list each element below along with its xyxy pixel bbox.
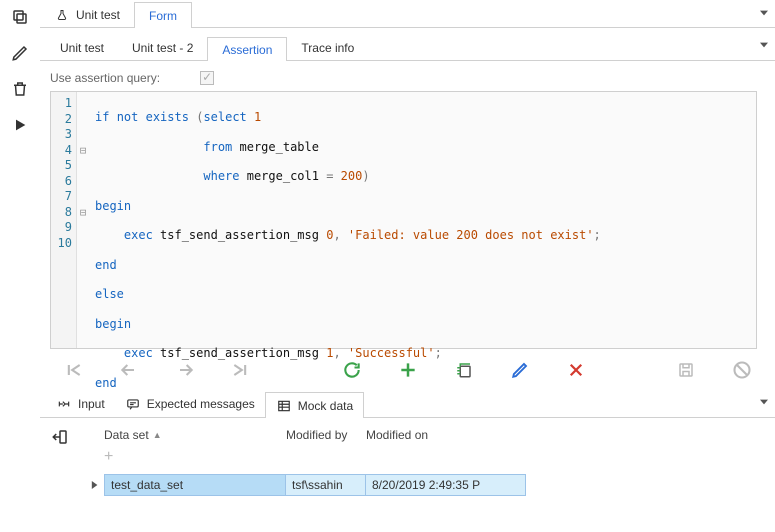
header-modified-by[interactable]: Modified by [286, 428, 366, 442]
grid-add-row[interactable]: + [86, 448, 761, 474]
tab-unit-test[interactable]: Unit test [40, 2, 134, 28]
sort-asc-icon: ▲ [153, 430, 162, 440]
tab-unit-test-label: Unit test [76, 8, 120, 22]
assertion-query-label: Use assertion query: [50, 71, 160, 85]
duplicate-button[interactable] [453, 359, 475, 381]
tab-expected-label: Expected messages [147, 397, 255, 411]
subtab-trace-info[interactable]: Trace info [287, 36, 368, 60]
last-record-button[interactable] [230, 359, 252, 381]
refresh-button[interactable] [341, 359, 363, 381]
subtab-assertion-label: Assertion [222, 43, 272, 57]
subtab-unit-test[interactable]: Unit test [46, 36, 118, 60]
message-icon [125, 396, 141, 412]
run-button[interactable] [9, 114, 31, 136]
edit-button[interactable] [9, 42, 31, 64]
sub-tabs: Unit test Unit test - 2 Assertion Trace … [40, 32, 775, 60]
tab-form[interactable]: Form [134, 2, 192, 28]
subtab-unit-test-label: Unit test [60, 41, 104, 55]
bottom-tabs: Input Expected messages Mock data [40, 389, 775, 417]
copy-button[interactable] [9, 6, 31, 28]
tab-form-label: Form [149, 9, 177, 23]
assertion-query-checkbox [200, 71, 214, 85]
save-button[interactable] [675, 359, 697, 381]
grid-headers: Data set▲ Modified by Modified on [86, 424, 761, 448]
prev-record-button[interactable] [118, 359, 140, 381]
header-data-set[interactable]: Data set▲ [104, 428, 286, 442]
header-modified-on[interactable]: Modified on [366, 428, 761, 442]
top-tabs: Unit test Form [40, 0, 775, 28]
code-editor[interactable]: 12345678910 ⊟⊟ if not exists (select 1 f… [50, 91, 757, 349]
tab-input[interactable]: Input [46, 391, 115, 417]
edit-record-button[interactable] [509, 359, 531, 381]
subtab-assertion[interactable]: Assertion [207, 37, 287, 61]
subtab-unit-test-2-label: Unit test - 2 [132, 41, 193, 55]
cell-data-set[interactable]: test_data_set [104, 474, 286, 496]
cell-modified-on[interactable]: 8/20/2019 2:49:35 P [366, 474, 526, 496]
table-row[interactable]: test_data_set tsf\ssahin 8/20/2019 2:49:… [86, 474, 761, 496]
record-toolbar [40, 349, 775, 387]
row-indicator-icon [86, 474, 104, 496]
delete-button[interactable] [9, 78, 31, 100]
input-icon [56, 396, 72, 412]
cell-modified-by[interactable]: tsf\ssahin [286, 474, 366, 496]
mock-data-grid: Data set▲ Modified by Modified on + test… [80, 418, 775, 496]
next-record-button[interactable] [174, 359, 196, 381]
left-rail [0, 0, 40, 532]
subtab-unit-test-2[interactable]: Unit test - 2 [118, 36, 207, 60]
assertion-panel: Use assertion query: 12345678910 ⊟⊟ if n… [40, 61, 775, 349]
tab-mock-label: Mock data [298, 399, 353, 413]
mock-data-icon [276, 398, 292, 414]
add-button[interactable] [397, 359, 419, 381]
delete-record-button[interactable] [565, 359, 587, 381]
subtab-trace-info-label: Trace info [301, 41, 354, 55]
first-record-button[interactable] [62, 359, 84, 381]
bottom-tabs-dropdown[interactable] [759, 397, 769, 407]
code-content[interactable]: if not exists (select 1 from merge_table… [89, 92, 756, 348]
code-fold-marks: ⊟⊟ [77, 92, 89, 348]
flask-icon [54, 7, 70, 23]
tab-expected-messages[interactable]: Expected messages [115, 391, 265, 417]
top-tabs-dropdown[interactable] [759, 8, 769, 18]
sub-tabs-dropdown[interactable] [759, 40, 769, 50]
cancel-button[interactable] [731, 359, 753, 381]
tab-input-label: Input [78, 397, 105, 411]
tab-mock-data[interactable]: Mock data [265, 392, 364, 418]
code-gutter: 12345678910 [51, 92, 77, 348]
exit-button[interactable] [51, 428, 69, 446]
